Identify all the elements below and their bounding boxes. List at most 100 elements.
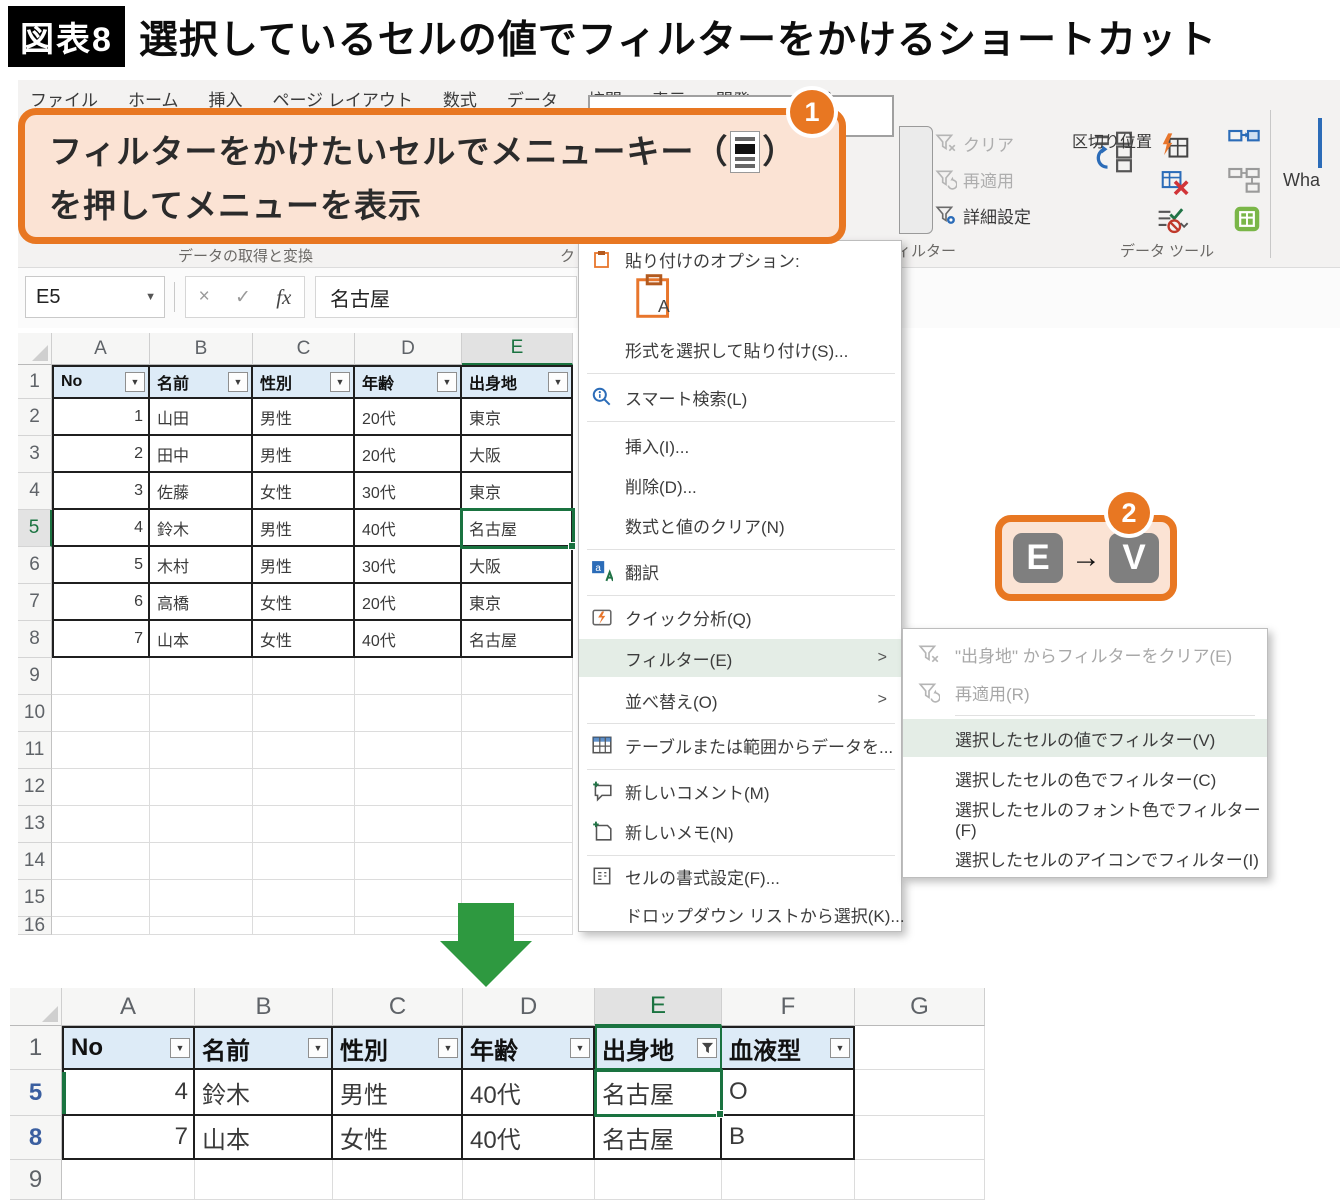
enter-icon[interactable]: ✓ bbox=[235, 286, 251, 309]
column-header-a[interactable]: A bbox=[62, 988, 195, 1026]
cell[interactable]: 7 bbox=[62, 1116, 195, 1160]
relationships-icon[interactable] bbox=[1228, 166, 1260, 201]
menu-item-delete[interactable]: 削除(D)... bbox=[579, 467, 901, 503]
cell[interactable]: 男性 bbox=[333, 1070, 463, 1116]
remove-duplicates-icon[interactable] bbox=[1160, 168, 1190, 203]
row-header[interactable]: 8 bbox=[18, 621, 52, 658]
cell[interactable]: 4 bbox=[52, 510, 150, 547]
cancel-icon[interactable]: × bbox=[199, 286, 210, 308]
cell[interactable] bbox=[253, 658, 355, 695]
cell[interactable]: 田中 bbox=[150, 436, 253, 473]
cell[interactable]: 男性 bbox=[253, 547, 355, 584]
header-cell[interactable]: 出身地▼ bbox=[462, 365, 573, 399]
row-header[interactable]: 11 bbox=[18, 732, 52, 769]
cell[interactable] bbox=[462, 732, 573, 769]
submenu-item-filter-by-icon[interactable]: 選択したセルのアイコンでフィルター(I) bbox=[903, 839, 1267, 877]
cell[interactable]: 30代 bbox=[355, 473, 462, 510]
cell[interactable]: 5 bbox=[52, 547, 150, 584]
cell[interactable] bbox=[253, 695, 355, 732]
cell[interactable] bbox=[150, 917, 253, 935]
insert-function-icon[interactable]: fx bbox=[276, 285, 291, 310]
consolidate-icon[interactable] bbox=[1228, 128, 1260, 163]
menu-item-new-note[interactable]: 新しいメモ(N) bbox=[579, 813, 901, 849]
cell[interactable] bbox=[150, 695, 253, 732]
cell[interactable]: 大阪 bbox=[462, 547, 573, 584]
cell[interactable] bbox=[355, 843, 462, 880]
cell[interactable]: 木村 bbox=[150, 547, 253, 584]
cell[interactable]: 鈴木 bbox=[150, 510, 253, 547]
cell[interactable] bbox=[855, 1116, 985, 1160]
row-header[interactable]: 3 bbox=[18, 436, 52, 473]
cell[interactable] bbox=[355, 695, 462, 732]
cell[interactable]: 山本 bbox=[195, 1116, 333, 1160]
filter-dropdown-button[interactable]: ▼ bbox=[228, 372, 248, 392]
reapply-filter-button[interactable]: 再適用 bbox=[935, 164, 1045, 194]
paste-option-button[interactable]: A bbox=[635, 273, 673, 324]
cell[interactable] bbox=[52, 732, 150, 769]
filter-dropdown-button[interactable]: ▼ bbox=[125, 372, 145, 392]
filter-dropdown-button[interactable]: ▼ bbox=[570, 1038, 590, 1058]
cell[interactable]: 40代 bbox=[463, 1116, 595, 1160]
cell[interactable] bbox=[150, 732, 253, 769]
cell[interactable]: 女性 bbox=[253, 473, 355, 510]
filter-dropdown-button[interactable]: ▼ bbox=[308, 1038, 328, 1058]
cell[interactable]: 東京 bbox=[462, 584, 573, 621]
cell[interactable] bbox=[333, 1160, 463, 1200]
row-header[interactable]: 6 bbox=[18, 547, 52, 584]
filter-dropdown-button[interactable]: ▼ bbox=[548, 372, 568, 392]
column-header-a[interactable]: A bbox=[52, 333, 150, 365]
cell[interactable]: 4 bbox=[62, 1070, 195, 1116]
cell[interactable] bbox=[462, 769, 573, 806]
cell[interactable]: 30代 bbox=[355, 547, 462, 584]
row-header[interactable]: 9 bbox=[10, 1160, 62, 1200]
header-cell[interactable]: 血液型▼ bbox=[722, 1026, 855, 1070]
row-header-filtered[interactable]: 8 bbox=[10, 1116, 62, 1160]
cell[interactable]: O bbox=[722, 1070, 855, 1116]
cell[interactable] bbox=[462, 806, 573, 843]
cell[interactable]: 20代 bbox=[355, 436, 462, 473]
cell[interactable]: 男性 bbox=[253, 510, 355, 547]
cell[interactable]: 女性 bbox=[253, 621, 355, 658]
column-header-b[interactable]: B bbox=[195, 988, 333, 1026]
header-cell[interactable]: 名前▼ bbox=[150, 365, 253, 399]
cell[interactable] bbox=[150, 769, 253, 806]
header-cell[interactable]: 名前▼ bbox=[195, 1026, 333, 1070]
cell[interactable] bbox=[463, 1160, 595, 1200]
menu-item-data-from-table[interactable]: テーブルまたは範囲からデータを... bbox=[579, 727, 901, 763]
data-validation-icon[interactable] bbox=[1156, 206, 1190, 241]
cell[interactable] bbox=[355, 769, 462, 806]
menu-item-pick-from-list[interactable]: ドロップダウン リストから選択(K)... bbox=[579, 897, 901, 931]
menu-item-sort[interactable]: 並べ替え(O) > bbox=[579, 681, 901, 719]
menu-item-translate[interactable]: a 翻訳 bbox=[579, 553, 901, 589]
filter-applied-button[interactable] bbox=[697, 1038, 717, 1058]
menu-item-quick-analysis[interactable]: クイック分析(Q) bbox=[579, 599, 901, 635]
cell[interactable] bbox=[52, 658, 150, 695]
cell[interactable]: 東京 bbox=[462, 473, 573, 510]
row-header[interactable]: 7 bbox=[18, 584, 52, 621]
filter-toggle-button-partial[interactable] bbox=[899, 126, 933, 234]
row-header[interactable]: 14 bbox=[18, 843, 52, 880]
column-header-e[interactable]: E bbox=[462, 333, 573, 365]
cell[interactable] bbox=[462, 658, 573, 695]
filter-dropdown-button[interactable]: ▼ bbox=[437, 372, 457, 392]
select-all-corner[interactable] bbox=[18, 333, 52, 365]
row-header-1[interactable]: 1 bbox=[18, 365, 52, 399]
cell[interactable]: 3 bbox=[52, 473, 150, 510]
row-header[interactable]: 10 bbox=[18, 695, 52, 732]
header-cell[interactable]: 年齢▼ bbox=[355, 365, 462, 399]
cell[interactable]: 男性 bbox=[253, 436, 355, 473]
menu-item-new-comment[interactable]: 新しいコメント(M) bbox=[579, 773, 901, 809]
cell[interactable]: 鈴木 bbox=[195, 1070, 333, 1116]
cell[interactable] bbox=[253, 732, 355, 769]
cell[interactable] bbox=[52, 843, 150, 880]
cell[interactable] bbox=[52, 695, 150, 732]
header-cell[interactable]: 年齢▼ bbox=[463, 1026, 595, 1070]
row-header-selected[interactable]: 5 bbox=[18, 510, 52, 547]
filter-dropdown-button[interactable]: ▼ bbox=[830, 1038, 850, 1058]
menu-item-smart-lookup[interactable]: スマート検索(L) bbox=[579, 379, 901, 415]
cell[interactable] bbox=[855, 1160, 985, 1200]
column-header-e[interactable]: E bbox=[595, 988, 722, 1026]
cell[interactable] bbox=[595, 1160, 722, 1200]
cell[interactable]: 高橋 bbox=[150, 584, 253, 621]
header-cell-filtered[interactable]: 出身地 bbox=[595, 1026, 722, 1070]
